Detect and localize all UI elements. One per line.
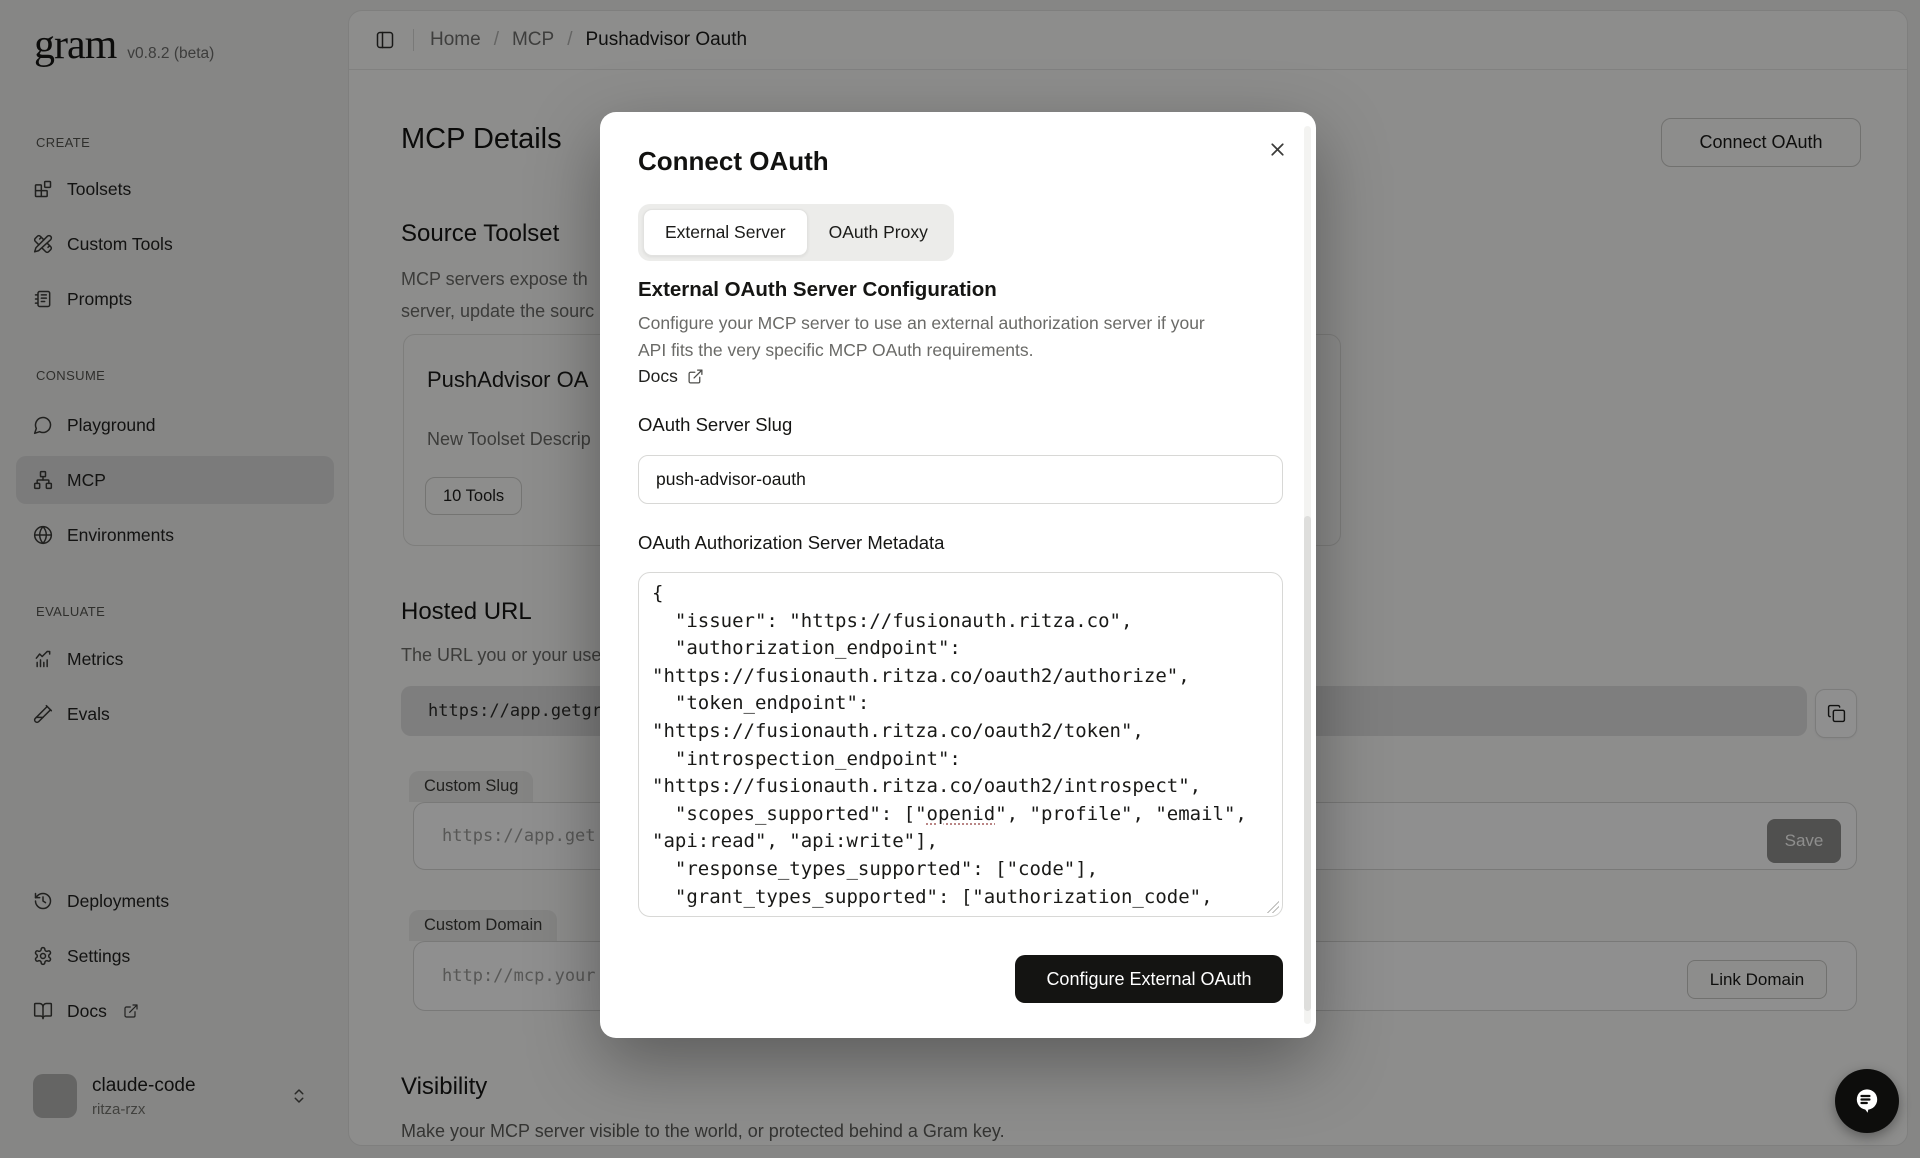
chat-bubble-icon bbox=[1850, 1084, 1884, 1118]
metadata-label: OAuth Authorization Server Metadata bbox=[638, 532, 944, 554]
metadata-json-content[interactable]: { "issuer": "https://fusionauth.ritza.co… bbox=[639, 573, 1282, 917]
textarea-resize-handle[interactable] bbox=[1266, 900, 1279, 913]
tab-external-server[interactable]: External Server bbox=[643, 209, 808, 256]
modal-title: Connect OAuth bbox=[638, 146, 829, 177]
modal-scrollbar-thumb[interactable] bbox=[1304, 516, 1311, 1011]
close-icon bbox=[1267, 139, 1288, 160]
external-oauth-config-heading: External OAuth Server Configuration bbox=[638, 278, 997, 302]
oauth-server-slug-label: OAuth Server Slug bbox=[638, 414, 792, 436]
modal-description-line1: Configure your MCP server to use an exte… bbox=[638, 313, 1278, 334]
close-button[interactable] bbox=[1262, 134, 1292, 164]
oauth-server-slug-input[interactable] bbox=[638, 455, 1283, 504]
modal-description-line2: API fits the very specific MCP OAuth req… bbox=[638, 340, 1278, 361]
configure-external-oauth-button[interactable]: Configure External OAuth bbox=[1015, 955, 1283, 1003]
docs-link-label: Docs bbox=[638, 366, 678, 387]
chat-widget-button[interactable] bbox=[1835, 1069, 1899, 1133]
modal-scrollbar bbox=[1304, 126, 1311, 1024]
metadata-textarea[interactable]: { "issuer": "https://fusionauth.ritza.co… bbox=[638, 572, 1283, 917]
tab-oauth-proxy[interactable]: OAuth Proxy bbox=[808, 209, 949, 256]
connect-oauth-modal: Connect OAuth External Server OAuth Prox… bbox=[600, 112, 1316, 1038]
docs-link[interactable]: Docs bbox=[638, 366, 704, 387]
external-link-icon bbox=[687, 368, 704, 385]
oauth-mode-tabs: External Server OAuth Proxy bbox=[638, 204, 954, 261]
